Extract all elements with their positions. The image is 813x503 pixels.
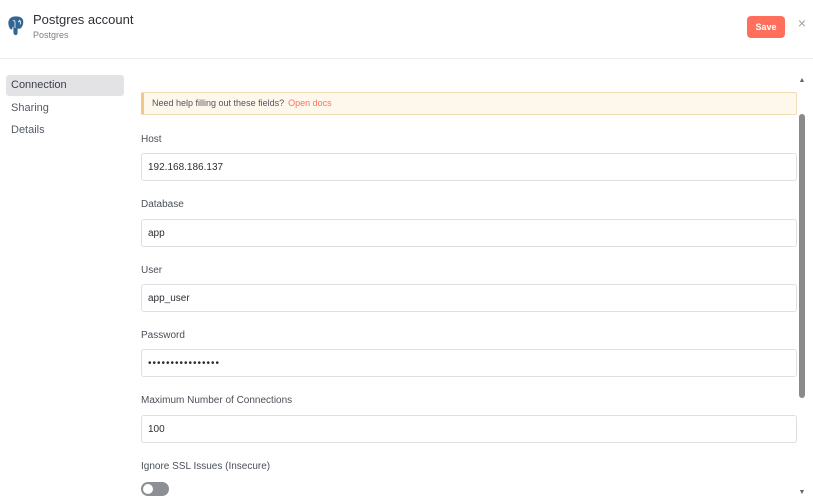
- sidebar-item-details[interactable]: Details: [6, 120, 124, 141]
- ignore-ssl-label: Ignore SSL Issues (Insecure): [141, 461, 271, 472]
- user-input[interactable]: [141, 284, 797, 312]
- max-connections-label: Maximum Number of Connections: [141, 395, 293, 406]
- password-label: Password: [141, 330, 185, 341]
- scrollbar-thumb[interactable]: [799, 114, 805, 398]
- page-subtitle: Postgres: [33, 30, 69, 40]
- modal-header: Postgres account Postgres Save ×: [0, 0, 813, 59]
- close-icon[interactable]: ×: [795, 14, 809, 32]
- page-title: Postgres account: [33, 12, 134, 27]
- host-label: Host: [141, 134, 162, 145]
- sidebar: Connection Sharing Details: [6, 75, 124, 143]
- max-connections-input[interactable]: [141, 415, 797, 443]
- database-label: Database: [141, 199, 184, 210]
- sidebar-item-connection[interactable]: Connection: [6, 75, 124, 96]
- password-input[interactable]: [141, 349, 797, 377]
- open-docs-link[interactable]: Open docs: [288, 98, 332, 108]
- scroll-down-arrow-icon[interactable]: ▼: [798, 489, 806, 497]
- scrollbar[interactable]: ▲ ▼: [798, 77, 806, 497]
- connection-form: Need help filling out these fields? Open …: [141, 92, 797, 496]
- sidebar-item-sharing[interactable]: Sharing: [6, 98, 124, 119]
- user-label: User: [141, 265, 163, 276]
- toggle-knob: [143, 484, 153, 494]
- help-notice: Need help filling out these fields? Open …: [141, 92, 797, 115]
- postgres-elephant-icon: [7, 15, 25, 36]
- host-input[interactable]: [141, 153, 797, 181]
- help-notice-text: Need help filling out these fields?: [152, 98, 285, 108]
- ignore-ssl-toggle[interactable]: [141, 482, 169, 496]
- database-input[interactable]: [141, 219, 797, 247]
- save-button[interactable]: Save: [747, 16, 785, 38]
- scroll-up-arrow-icon[interactable]: ▲: [798, 77, 806, 85]
